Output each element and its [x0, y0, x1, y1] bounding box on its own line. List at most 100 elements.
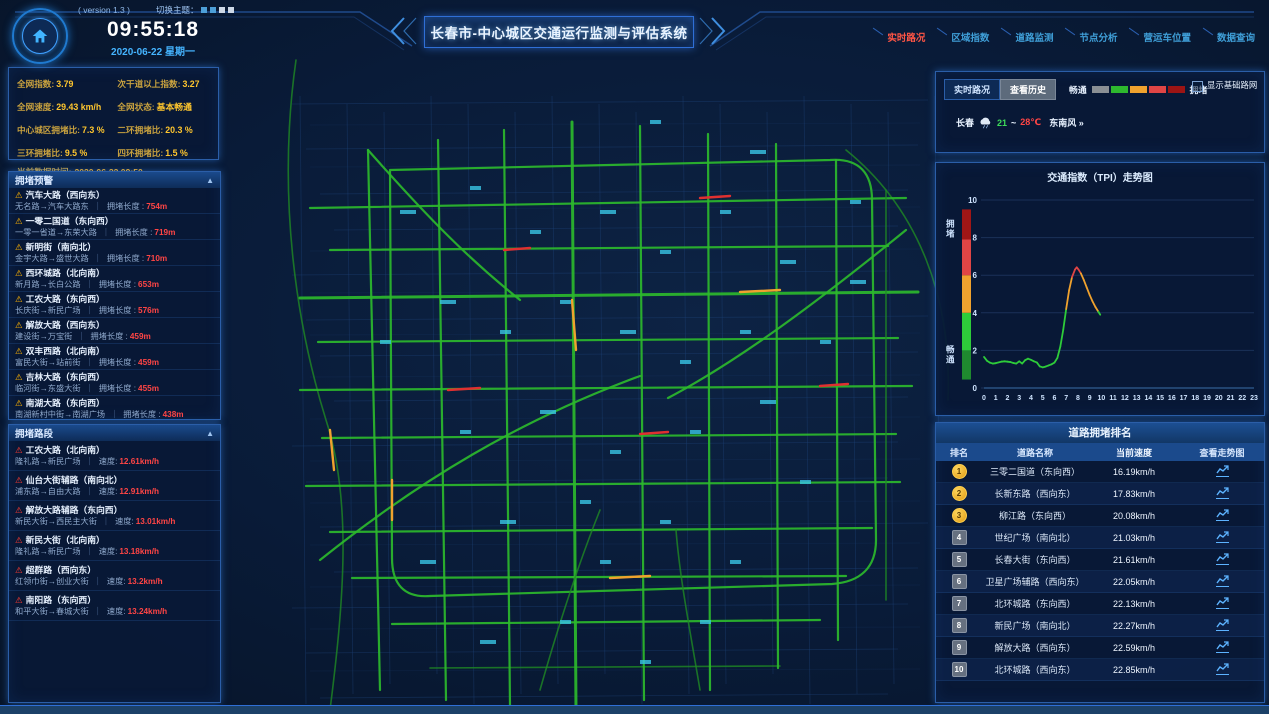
road-ranking-panel: 道路拥堵排名 排名 道路名称 当前速度 查看走势图 1 三零二国道（东向西） 1…: [935, 422, 1265, 703]
current-speed: 17.83km/h: [1088, 489, 1180, 499]
legend-swatch: [1092, 86, 1109, 93]
table-row[interactable]: 2 长新东路（西向东） 17.83km/h: [936, 483, 1264, 505]
trend-chart-icon[interactable]: [1216, 531, 1229, 543]
network-stats-panel: 全网指数:3.79 次干道以上指数:3.27 全网速度:29.43 km/h 全…: [8, 67, 219, 160]
theme-swatch[interactable]: [219, 7, 225, 13]
tpi-trend-panel: 交通指数（TPI）走势图 024681001234567891011121314…: [935, 162, 1265, 416]
warning-list-item[interactable]: ⚠工农大路（东向西） 长庆街→新民广场｜拥堵长度 :576m: [9, 292, 220, 318]
wind-label[interactable]: 东南风 »: [1049, 116, 1084, 129]
warning-triangle-icon: ⚠: [15, 294, 23, 304]
svg-text:5: 5: [1041, 395, 1045, 402]
table-row[interactable]: 8 新民广场（南向北） 22.27km/h: [936, 615, 1264, 637]
trend-chart-icon[interactable]: [1216, 465, 1229, 477]
warning-list-item[interactable]: ⚠解放大路（西向东） 建设街→万宝街｜拥堵长度 :459m: [9, 318, 220, 344]
nav-item[interactable]: 营运车位置: [1143, 30, 1191, 44]
clock: 09:55:18: [78, 18, 228, 42]
warning-list-item[interactable]: ⚠南湖大路（东向西） 南湖新村中街→南湖广场｜拥堵长度 :438m: [9, 396, 220, 419]
warning-list-item[interactable]: ⚠双丰西路（北向南） 富民大街→站前街｜拥堵长度 :459m: [9, 344, 220, 370]
svg-text:6: 6: [973, 271, 978, 280]
congestion-list-item[interactable]: ⚠仙台大街辅路（南向北） 浦东路→自由大路｜速度:12.91km/h: [9, 471, 220, 501]
warning-triangle-icon: ⚠: [15, 398, 23, 408]
svg-text:16: 16: [1168, 395, 1176, 402]
trend-chart-icon[interactable]: [1216, 597, 1229, 609]
congestion-list-item[interactable]: ⚠超群路（西向东） 红领巾街→创业大街｜速度:13.2km/h: [9, 561, 220, 591]
current-speed: 22.85km/h: [1088, 665, 1180, 675]
warning-list-item[interactable]: ⚠一零二国道（东向西） 一零一省道→东荣大路｜拥堵长度 :719m: [9, 214, 220, 240]
svg-text:20: 20: [1215, 395, 1223, 402]
trend-chart-icon[interactable]: [1216, 487, 1229, 499]
warning-list-item[interactable]: ⚠吉林大路（东向西） 临河街→东盛大街｜拥堵长度 :455m: [9, 370, 220, 396]
road-name: 解放大路（西向东）: [982, 641, 1088, 654]
alert-triangle-icon: ⚠: [15, 505, 23, 515]
date-label: 2020-06-22 星期一: [78, 43, 228, 58]
warning-list-item[interactable]: ⚠西环城路（北向南） 新月路→长白公路｜拥堵长度 :653m: [9, 266, 220, 292]
trend-chart-icon[interactable]: [1216, 575, 1229, 587]
table-row[interactable]: 4 世纪广场（南向北） 21.03km/h: [936, 527, 1264, 549]
main-nav: 实时路况 区域指数 道路监测 节点分析 营运车位置 数据查询: [887, 30, 1255, 44]
collapse-icon[interactable]: ▲: [206, 429, 214, 438]
trend-chart-icon[interactable]: [1216, 641, 1229, 653]
table-row[interactable]: 1 三零二国道（东向西） 16.19km/h: [936, 461, 1264, 483]
alert-triangle-icon: ⚠: [15, 535, 23, 545]
theme-swatch[interactable]: [210, 7, 216, 13]
basemap-checkbox-label: 显示基础路网: [1207, 80, 1257, 92]
nav-item[interactable]: 区域指数: [951, 30, 989, 44]
nav-item[interactable]: 道路监测: [1015, 30, 1053, 44]
tpi-trend-chart[interactable]: 0246810012345678910111213141516171819202…: [936, 184, 1264, 412]
nav-item[interactable]: 节点分析: [1079, 30, 1117, 44]
congestion-list-item[interactable]: ⚠南阳路（东向西） 和平大街→春城大街｜速度:13.24km/h: [9, 591, 220, 621]
collapse-icon[interactable]: ▲: [206, 176, 214, 185]
svg-text:19: 19: [1203, 395, 1211, 402]
legend-swatch: [1130, 86, 1147, 93]
road-name: 长新东路（西向东）: [982, 487, 1088, 500]
legend-swatch: [1149, 86, 1166, 93]
trend-chart-icon[interactable]: [1216, 553, 1229, 565]
alert-triangle-icon: ⚠: [15, 565, 23, 575]
nav-item[interactable]: 数据查询: [1217, 30, 1255, 44]
svg-text:0: 0: [973, 384, 978, 393]
table-row[interactable]: 10 北环城路（西向东） 22.85km/h: [936, 659, 1264, 681]
congestion-warning-panel: 拥堵预警 ▲ ⚠汽车大路（西向东） 无名路→汽车大路东｜拥堵长度 :754m ⚠…: [8, 171, 221, 420]
nav-item[interactable]: 实时路况: [887, 30, 925, 44]
warning-list-item[interactable]: ⚠新明街（南向北） 金宇大路→盛世大路｜拥堵长度 :710m: [9, 240, 220, 266]
basemap-checkbox[interactable]: [1192, 81, 1203, 92]
svg-text:8: 8: [1076, 395, 1080, 402]
table-row[interactable]: 6 卫星广场辅路（西向东） 22.05km/h: [936, 571, 1264, 593]
trend-chart-icon[interactable]: [1216, 509, 1229, 521]
show-basemap-toggle[interactable]: 显示基础路网: [1192, 80, 1258, 92]
road-condition-panel: 实时路况 查看历史 畅通 拥堵 显示基础路网 长春 21 ~ 28℃ 东南风 »: [935, 71, 1265, 153]
map-major-roads: [288, 60, 948, 710]
table-row[interactable]: 5 长春大街（东向西） 21.61km/h: [936, 549, 1264, 571]
legend-swatch: [1168, 86, 1185, 93]
theme-switcher[interactable]: 切换主题：: [156, 4, 235, 16]
panel-title: 拥堵预警: [15, 173, 53, 187]
svg-text:13: 13: [1133, 395, 1141, 402]
warning-triangle-icon: ⚠: [15, 320, 23, 330]
congestion-list-item[interactable]: ⚠解放大路辅路（东向西） 新民大街→西民主大街｜速度:13.01km/h: [9, 501, 220, 531]
svg-text:4: 4: [973, 309, 978, 318]
trend-chart-icon[interactable]: [1216, 663, 1229, 675]
home-icon: [31, 28, 49, 44]
home-button[interactable]: [12, 8, 68, 64]
theme-swatch[interactable]: [201, 7, 207, 13]
roadview-tab[interactable]: 查看历史: [1000, 79, 1056, 100]
weather-widget[interactable]: 长春 21 ~ 28℃ 东南风 »: [956, 116, 1084, 129]
congestion-list-item[interactable]: ⚠工农大路（北向南） 隆礼路→新民广场｜速度:12.61km/h: [9, 441, 220, 471]
svg-text:拥堵: 拥堵: [946, 218, 955, 238]
warning-triangle-icon: ⚠: [15, 346, 23, 356]
theme-swatch[interactable]: [228, 7, 234, 13]
warning-list-item[interactable]: ⚠汽车大路（西向东） 无名路→汽车大路东｜拥堵长度 :754m: [9, 188, 220, 214]
trend-chart-icon[interactable]: [1216, 619, 1229, 631]
svg-text:6: 6: [1052, 395, 1056, 402]
road-name: 柳江路（东向西）: [982, 509, 1088, 522]
table-row[interactable]: 3 柳江路（东向西） 20.08km/h: [936, 505, 1264, 527]
congestion-list-item[interactable]: ⚠新民大街（北向南） 隆礼路→新民广场｜速度:13.18km/h: [9, 531, 220, 561]
svg-text:14: 14: [1144, 395, 1152, 402]
weather-city: 长春: [956, 116, 974, 129]
svg-text:9: 9: [1088, 395, 1092, 402]
traffic-legend: 畅通 拥堵: [1066, 83, 1210, 96]
stat-item: 二环拥堵比:20.3 %: [117, 120, 210, 138]
table-row[interactable]: 7 北环城路（东向西） 22.13km/h: [936, 593, 1264, 615]
table-row[interactable]: 9 解放大路（西向东） 22.59km/h: [936, 637, 1264, 659]
roadview-tab[interactable]: 实时路况: [944, 79, 1000, 100]
